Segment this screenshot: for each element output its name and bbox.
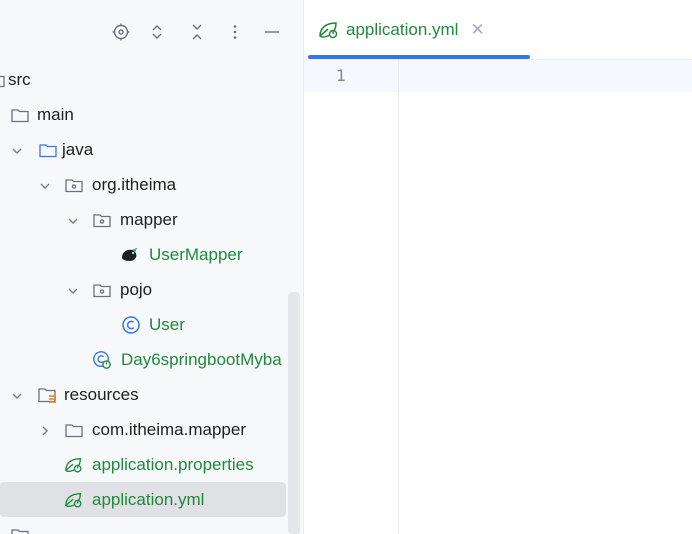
expand-all-icon[interactable]	[145, 20, 169, 44]
tree-item-label: application.yml	[92, 490, 205, 509]
package-icon	[92, 210, 112, 230]
tree-item-label: org.itheima	[92, 175, 177, 194]
options-icon[interactable]	[223, 20, 247, 44]
chevron-right-icon[interactable]	[38, 423, 52, 437]
project-panel: src main java org.itheima mapper UserMap…	[0, 0, 304, 534]
collapse-all-icon[interactable]	[185, 20, 209, 44]
tree-item-day6springbootmyba[interactable]: Day6springbootMyba	[0, 342, 288, 377]
project-toolbar	[0, 0, 304, 62]
folder-icon	[0, 70, 6, 90]
close-icon[interactable]: ✕	[470, 20, 484, 40]
spring-config-icon	[64, 455, 84, 475]
tree-item-user[interactable]: User	[0, 307, 288, 342]
tab-label: application.yml	[346, 20, 459, 39]
folder-icon	[10, 525, 30, 534]
active-tab-indicator	[308, 55, 530, 59]
tree-item-label: pojo	[120, 280, 153, 299]
tree-item-label: main	[37, 105, 74, 124]
tree-item-label: com.itheima.mapper	[92, 420, 247, 439]
hide-icon[interactable]	[260, 20, 284, 44]
chevron-down-icon[interactable]	[66, 213, 80, 227]
line-gutter	[304, 60, 399, 534]
tree-item-mapper[interactable]: mapper	[0, 202, 288, 237]
resources-folder-icon	[38, 385, 58, 405]
spring-boot-app-icon	[92, 350, 112, 370]
mybatis-bird-icon	[120, 245, 140, 265]
tree-item-label: resources	[64, 385, 139, 404]
tree-item-application-properties[interactable]: application.properties	[0, 447, 288, 482]
source-folder-icon	[38, 140, 58, 160]
folder-icon	[64, 420, 84, 440]
tree-item-java[interactable]: java	[0, 132, 288, 167]
spring-config-icon	[318, 20, 340, 40]
class-icon	[121, 315, 141, 335]
tree-item-label: mapper	[120, 210, 178, 229]
tree-item-com-itheima-mapper[interactable]: com.itheima.mapper	[0, 412, 288, 447]
project-scrollbar[interactable]	[288, 292, 300, 534]
tree-item-resources[interactable]: resources	[0, 377, 288, 412]
tree-item-label: java	[62, 140, 94, 159]
editor: application.yml ✕ 1	[304, 0, 692, 534]
code-area[interactable]	[400, 60, 692, 534]
spring-config-icon	[64, 490, 84, 510]
package-icon	[64, 175, 84, 195]
tree-item-org-itheima[interactable]: org.itheima	[0, 167, 288, 202]
chevron-down-icon[interactable]	[66, 283, 80, 297]
tab-application-yml[interactable]: application.yml ✕	[318, 10, 485, 50]
line-number: 1	[336, 66, 346, 85]
tree-item-usermapper[interactable]: UserMapper	[0, 237, 288, 272]
chevron-down-icon[interactable]	[10, 143, 24, 157]
tree-item-label: application.properties	[92, 455, 254, 474]
tree-item-src[interactable]: src	[0, 62, 288, 97]
chevron-down-icon[interactable]	[10, 388, 24, 402]
tree-item-main[interactable]: main	[0, 97, 288, 132]
tree-item-pojo[interactable]: pojo	[0, 272, 288, 307]
tree-item-partial[interactable]	[0, 517, 288, 534]
tree-item-application-yml[interactable]: application.yml	[0, 482, 286, 517]
locate-icon[interactable]	[109, 20, 133, 44]
package-icon	[92, 280, 112, 300]
chevron-down-icon[interactable]	[38, 178, 52, 192]
tree-item-label: UserMapper	[149, 245, 243, 264]
folder-icon	[10, 105, 30, 125]
editor-tab-bar: application.yml ✕	[304, 0, 692, 60]
tree-item-label: Day6springbootMyba	[121, 350, 282, 369]
tree-item-label: src	[8, 70, 31, 89]
tree-item-label: User	[149, 315, 185, 334]
